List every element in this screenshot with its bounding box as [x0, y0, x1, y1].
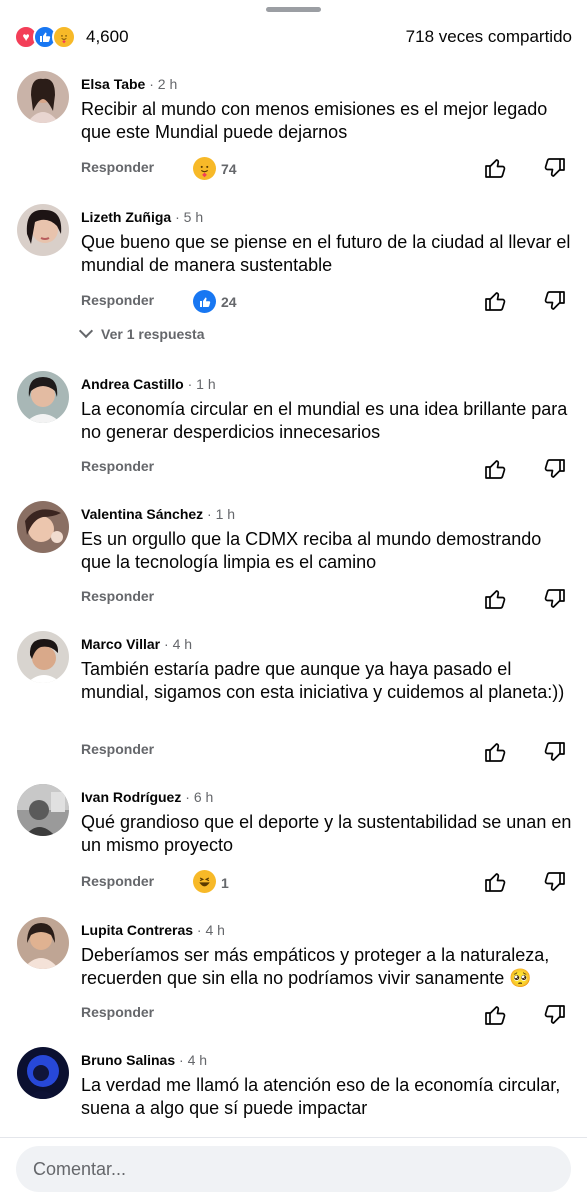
sheet-drag-handle[interactable] [266, 7, 321, 12]
thumbs-up-icon[interactable] [483, 457, 507, 481]
author-name[interactable]: Ivan Rodríguez [81, 789, 181, 805]
reply-button[interactable]: Responder [81, 458, 154, 474]
thumbs-up-icon[interactable] [483, 156, 507, 180]
thumbs-up-icon[interactable] [483, 870, 507, 894]
comment-text: La verdad me llamó la atención eso de la… [81, 1075, 561, 1118]
reply-button[interactable]: Responder [81, 292, 154, 308]
comment-text: Recibir al mundo con menos emisiones es … [81, 99, 548, 142]
author-name[interactable]: Andrea Castillo [81, 376, 184, 392]
reaction-count[interactable]: 74 [221, 161, 237, 177]
author-name[interactable]: Lizeth Zuñiga [81, 209, 171, 225]
avatar[interactable] [17, 784, 69, 836]
thumbs-up-icon[interactable] [483, 1003, 507, 1027]
author-name[interactable]: Bruno Salinas [81, 1052, 175, 1068]
thumbs-up-icon[interactable] [483, 587, 507, 611]
avatar[interactable] [17, 71, 69, 123]
comment-input[interactable] [16, 1146, 571, 1192]
avatar[interactable] [17, 1047, 69, 1099]
chevron-down-icon [78, 323, 94, 339]
timestamp[interactable]: 4 h [173, 636, 192, 652]
comment-text: Que bueno que se piense en el futuro de … [81, 232, 571, 275]
timestamp[interactable]: 1 h [196, 376, 215, 392]
timestamp[interactable]: 4 h [188, 1052, 207, 1068]
comment-text: También estaría padre que aunque ya haya… [81, 659, 565, 702]
reply-button[interactable]: Responder [81, 588, 154, 604]
reply-button[interactable]: Responder [81, 873, 154, 889]
comment-text: Qué grandioso que el deporte y la susten… [81, 812, 572, 855]
comment-composer [0, 1137, 587, 1201]
timestamp[interactable]: 4 h [205, 922, 224, 938]
like-icon[interactable] [193, 290, 216, 313]
view-replies-link[interactable]: Ver 1 respuesta [78, 323, 205, 342]
thumbs-down-icon[interactable] [543, 740, 567, 764]
reply-button[interactable]: Responder [81, 741, 154, 757]
avatar[interactable] [17, 501, 69, 553]
reaction-count[interactable]: 4,600 [86, 27, 129, 47]
reply-button[interactable]: Responder [81, 159, 154, 175]
avatar[interactable] [17, 204, 69, 256]
reactions-summary-bar: ♥ 4,600 718 veces compartido [0, 20, 587, 54]
timestamp[interactable]: 6 h [194, 789, 213, 805]
comment-text: Es un orgullo que la CDMX reciba al mund… [81, 529, 542, 572]
thumbs-down-icon[interactable] [543, 289, 567, 313]
avatar[interactable] [17, 371, 69, 423]
reply-button[interactable]: Responder [81, 1004, 154, 1020]
thumbs-up-icon[interactable] [483, 740, 507, 764]
avatar[interactable] [17, 917, 69, 969]
haha-icon[interactable] [193, 870, 216, 893]
author-name[interactable]: Elsa Tabe [81, 76, 145, 92]
author-name[interactable]: Valentina Sánchez [81, 506, 203, 522]
thumbs-up-icon[interactable] [483, 289, 507, 313]
thumbs-down-icon[interactable] [543, 156, 567, 180]
timestamp[interactable]: 5 h [184, 209, 203, 225]
thumbs-down-icon[interactable] [543, 587, 567, 611]
thumbs-down-icon[interactable] [543, 870, 567, 894]
thumbs-down-icon[interactable] [543, 457, 567, 481]
comment-text: Deberíamos ser más empáticos y proteger … [81, 945, 550, 988]
author-name[interactable]: Lupita Contreras [81, 922, 193, 938]
share-count[interactable]: 718 veces compartido [406, 27, 572, 47]
timestamp[interactable]: 1 h [216, 506, 235, 522]
reaction-count[interactable]: 1 [221, 875, 229, 891]
reaction-count[interactable]: 24 [221, 294, 237, 310]
care-icon[interactable] [193, 157, 216, 180]
comment-text: La economía circular en el mundial es un… [81, 399, 568, 442]
avatar[interactable] [17, 631, 69, 683]
timestamp[interactable]: 2 h [158, 76, 177, 92]
author-name[interactable]: Marco Villar [81, 636, 160, 652]
care-icon [52, 25, 76, 49]
thumbs-down-icon[interactable] [543, 1003, 567, 1027]
